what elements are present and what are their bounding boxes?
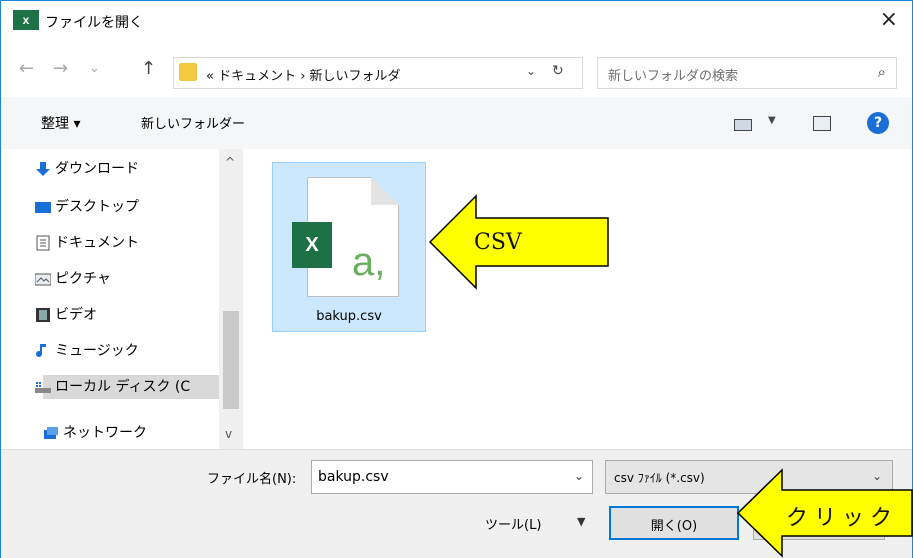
open-button-label: 開く(O) bbox=[650, 519, 698, 534]
nav-item-label: ダウンロード bbox=[55, 161, 139, 177]
recent-locations-icon[interactable]: ⌄ bbox=[89, 61, 100, 76]
nav-item-label: ドキュメント bbox=[55, 235, 139, 251]
address-row: ← → ⌄ ↑ « ドキュメント › 新しいフォルダ ⌄ ↻ 新しいフォルダの検… bbox=[1, 41, 912, 97]
scroll-down-icon[interactable]: v bbox=[225, 427, 232, 441]
filename-value: bakup.csv bbox=[318, 469, 389, 485]
local-disk-icon bbox=[35, 382, 51, 393]
new-folder-button[interactable]: 新しいフォルダー bbox=[141, 113, 245, 132]
refresh-icon[interactable]: ↻ bbox=[552, 63, 564, 79]
nav-item-desktop[interactable]: デスクトップ bbox=[35, 195, 139, 219]
excel-app-icon: x bbox=[13, 10, 39, 30]
download-icon bbox=[36, 162, 50, 176]
organize-button[interactable]: 整理 ▾ bbox=[41, 113, 80, 133]
file-item[interactable]: X a, bakup.csv bbox=[272, 162, 426, 332]
file-name-label: bakup.csv bbox=[316, 309, 382, 324]
nav-item-music[interactable]: ミュージック bbox=[36, 339, 139, 363]
nav-item-network[interactable]: ネットワーク bbox=[44, 421, 147, 445]
document-icon bbox=[36, 235, 50, 251]
filename-dropdown-icon[interactable]: ⌄ bbox=[574, 469, 584, 483]
open-button[interactable]: 開く(O) bbox=[609, 506, 739, 540]
view-dropdown-icon[interactable]: ▼ bbox=[768, 115, 776, 126]
nav-item-video[interactable]: ビデオ bbox=[36, 303, 97, 327]
filename-label: ファイル名(N): bbox=[207, 472, 297, 487]
nav-item-label: デスクトップ bbox=[55, 199, 139, 215]
close-icon[interactable]: × bbox=[880, 8, 898, 32]
nav-item-label: ビデオ bbox=[55, 307, 97, 323]
address-dropdown-icon[interactable]: ⌄ bbox=[526, 64, 536, 78]
change-view-icon[interactable] bbox=[734, 119, 752, 131]
help-icon[interactable]: ? bbox=[867, 112, 889, 134]
nav-scroll-thumb[interactable] bbox=[223, 311, 239, 409]
search-input[interactable]: 新しいフォルダの検索 bbox=[608, 65, 738, 84]
navigation-pane: ダウンロード デスクトップ ドキュメント ピクチャ ビデオ ミュージック ローカ… bbox=[1, 149, 245, 449]
forward-arrow-icon[interactable]: → bbox=[53, 58, 68, 79]
music-icon bbox=[36, 344, 46, 358]
csv-file-icon: X a, bbox=[292, 177, 399, 297]
folder-icon bbox=[179, 63, 197, 81]
address-bar[interactable]: « ドキュメント › 新しいフォルダ ⌄ ↻ bbox=[173, 57, 583, 89]
search-icon[interactable]: ⌕ bbox=[878, 63, 886, 81]
csv-glyph: a, bbox=[352, 240, 386, 284]
nav-item-label: ネットワーク bbox=[63, 425, 147, 441]
command-bar: 整理 ▾ 新しいフォルダー ▼ ? bbox=[1, 97, 912, 150]
nav-item-label: ピクチャ bbox=[55, 271, 111, 287]
title-bar: x ファイルを開く × bbox=[1, 1, 912, 41]
filename-field[interactable]: bakup.csv ⌄ bbox=[311, 460, 593, 494]
video-icon bbox=[36, 308, 50, 322]
excel-badge-icon: X bbox=[292, 222, 332, 268]
nav-item-label: ローカル ディスク (C bbox=[55, 379, 191, 395]
back-arrow-icon[interactable]: ← bbox=[19, 58, 34, 79]
nav-item-downloads[interactable]: ダウンロード bbox=[36, 157, 139, 181]
nav-item-local-disk[interactable]: ローカル ディスク (C bbox=[35, 375, 243, 399]
tools-dropdown-icon[interactable]: ▼ bbox=[577, 515, 585, 528]
nav-item-pictures[interactable]: ピクチャ bbox=[35, 267, 111, 291]
tools-button[interactable]: ツール(L) bbox=[485, 514, 541, 533]
nav-scrollbar[interactable] bbox=[219, 149, 243, 449]
window-title: ファイルを開く bbox=[45, 15, 143, 31]
click-callout-label: クリック bbox=[786, 506, 899, 531]
preview-pane-icon[interactable] bbox=[813, 116, 831, 131]
scroll-up-icon[interactable]: ^ bbox=[225, 155, 235, 169]
search-box[interactable]: 新しいフォルダの検索 ⌕ bbox=[597, 57, 897, 89]
csv-callout-label: CSV bbox=[474, 230, 522, 255]
network-icon bbox=[44, 427, 58, 439]
filetype-value: csv ﾌｧｲﾙ (*.csv) bbox=[614, 471, 705, 485]
breadcrumb[interactable]: « ドキュメント › 新しいフォルダ bbox=[206, 65, 401, 84]
page-fold bbox=[371, 177, 399, 205]
up-arrow-icon[interactable]: ↑ bbox=[141, 58, 156, 79]
pictures-icon bbox=[35, 273, 51, 286]
nav-item-label: ミュージック bbox=[55, 343, 139, 359]
nav-item-documents[interactable]: ドキュメント bbox=[36, 231, 139, 255]
desktop-icon bbox=[35, 202, 51, 213]
